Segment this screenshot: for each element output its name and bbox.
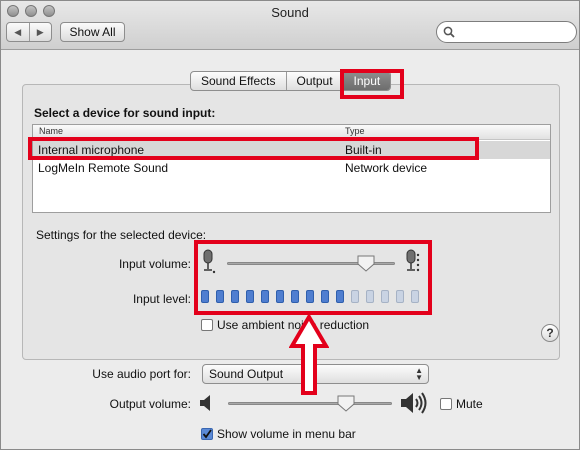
table-header: Name Type bbox=[33, 125, 550, 140]
input-level-label: Input level: bbox=[132, 292, 191, 306]
sound-preferences-window: Sound ◀ ▶ Show All Sound Effects Output … bbox=[0, 0, 580, 450]
microphone-high-icon bbox=[406, 249, 420, 272]
checkmark-icon bbox=[202, 429, 212, 439]
popup-arrows-icon: ▲ ▼ bbox=[415, 366, 423, 382]
device-list-heading: Select a device for sound input: bbox=[34, 106, 216, 120]
help-button[interactable]: ? bbox=[541, 324, 559, 342]
device-name: LogMeIn Remote Sound bbox=[38, 161, 169, 175]
device-name: Internal microphone bbox=[38, 143, 145, 157]
level-segment bbox=[381, 290, 389, 303]
search-input[interactable] bbox=[457, 24, 573, 42]
output-volume-slider[interactable] bbox=[228, 402, 392, 405]
audio-port-label: Use audio port for: bbox=[92, 367, 191, 381]
tab-sound-effects[interactable]: Sound Effects bbox=[191, 72, 287, 90]
device-row-logmein-remote-sound[interactable]: LogMeIn Remote Sound Network device bbox=[33, 159, 550, 177]
ambient-noise-checkbox[interactable] bbox=[201, 319, 213, 331]
tab-output[interactable]: Output bbox=[287, 72, 344, 90]
input-volume-label: Input volume: bbox=[118, 257, 191, 271]
device-type: Network device bbox=[345, 161, 428, 175]
speaker-low-icon bbox=[200, 395, 210, 411]
level-segment bbox=[306, 290, 314, 303]
output-volume-label: Output volume: bbox=[109, 397, 191, 411]
input-volume-knob[interactable] bbox=[357, 255, 375, 272]
back-button[interactable]: ◀ bbox=[7, 23, 29, 41]
level-segment bbox=[396, 290, 404, 303]
show-volume-label[interactable]: Show volume in menu bar bbox=[217, 427, 356, 441]
title-bar: Sound ◀ ▶ Show All bbox=[1, 1, 579, 50]
tab-bar: Sound Effects Output Input bbox=[190, 71, 392, 91]
show-volume-checkbox[interactable] bbox=[201, 428, 213, 440]
audio-port-value: Sound Output bbox=[209, 367, 284, 381]
speaker-high-icon bbox=[401, 392, 427, 414]
output-volume-knob[interactable] bbox=[337, 395, 355, 412]
column-header-type[interactable]: Type bbox=[345, 126, 365, 136]
level-segment bbox=[366, 290, 374, 303]
device-row-internal-microphone[interactable]: Internal microphone Built-in bbox=[33, 141, 550, 159]
level-segment bbox=[336, 290, 344, 303]
show-all-button[interactable]: Show All bbox=[60, 22, 125, 42]
level-segment bbox=[246, 290, 254, 303]
level-segment bbox=[276, 290, 284, 303]
level-segment bbox=[261, 290, 269, 303]
search-field[interactable] bbox=[436, 21, 577, 43]
settings-heading: Settings for the selected device: bbox=[36, 228, 207, 242]
up-arrow-annotation-icon bbox=[289, 314, 329, 395]
level-segment bbox=[291, 290, 299, 303]
column-header-name[interactable]: Name bbox=[39, 126, 63, 136]
forward-button[interactable]: ▶ bbox=[28, 23, 52, 41]
mute-checkbox[interactable] bbox=[440, 398, 452, 410]
mute-label[interactable]: Mute bbox=[456, 397, 483, 411]
level-segment bbox=[231, 290, 239, 303]
level-segment bbox=[321, 290, 329, 303]
level-segment bbox=[201, 290, 209, 303]
microphone-low-icon bbox=[203, 249, 216, 274]
tab-input[interactable]: Input bbox=[343, 72, 391, 90]
level-segment bbox=[351, 290, 359, 303]
input-level-meter bbox=[201, 290, 419, 303]
window-title: Sound bbox=[271, 5, 309, 20]
input-device-table: Name Type Internal microphone Built-in L… bbox=[32, 124, 551, 213]
device-type: Built-in bbox=[345, 143, 382, 157]
level-segment bbox=[216, 290, 224, 303]
back-forward-control: ◀ ▶ bbox=[6, 22, 52, 42]
level-segment bbox=[411, 290, 419, 303]
search-icon bbox=[443, 26, 455, 38]
